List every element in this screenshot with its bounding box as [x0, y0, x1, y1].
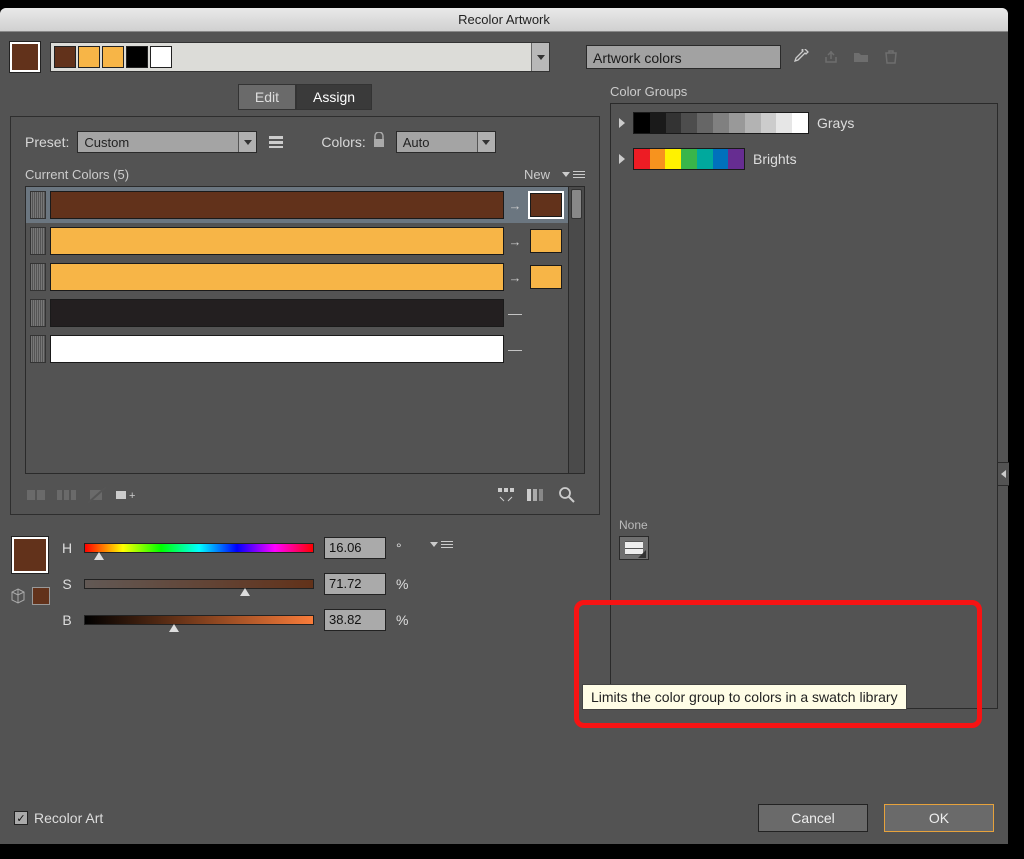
arrow-icon[interactable]: →: [504, 198, 526, 213]
colors-select[interactable]: Auto: [396, 131, 496, 153]
strip-swatch[interactable]: [102, 46, 124, 68]
new-label: New: [524, 167, 550, 182]
sat-slider[interactable]: [84, 579, 314, 589]
color-group-name: Brights: [753, 151, 797, 167]
recolor-art-label: Recolor Art: [34, 810, 103, 826]
slider-menu-icon[interactable]: [430, 541, 453, 645]
color-group-name: Grays: [817, 115, 854, 131]
bri-slider[interactable]: [84, 615, 314, 625]
row-handle[interactable]: [30, 263, 46, 291]
expand-icon[interactable]: [619, 118, 625, 128]
color-row[interactable]: →: [26, 187, 568, 223]
randomize-order-icon[interactable]: [495, 486, 519, 504]
eyedropper-icon[interactable]: [791, 47, 811, 67]
strip-swatch[interactable]: [54, 46, 76, 68]
svg-text:+: +: [129, 490, 135, 502]
color-model-icon[interactable]: [10, 588, 26, 604]
artwork-colors-field[interactable]: Artwork colors: [586, 45, 781, 69]
row-handle[interactable]: [30, 227, 46, 255]
out-of-gamut-swatch[interactable]: [32, 587, 50, 605]
assign-panel: Preset: Custom Colors:: [10, 116, 600, 515]
color-row[interactable]: →: [26, 259, 568, 295]
current-color-strip[interactable]: [50, 42, 550, 72]
active-color-swatch[interactable]: [10, 42, 40, 72]
current-color-bar[interactable]: [50, 227, 504, 255]
hue-label: H: [60, 540, 74, 556]
collapse-groups-tab[interactable]: [997, 462, 1009, 486]
row-handle[interactable]: [30, 191, 46, 219]
strip-swatch[interactable]: [150, 46, 172, 68]
trash-icon: [881, 47, 901, 67]
hue-slider[interactable]: [84, 543, 314, 553]
sat-label: S: [60, 576, 74, 592]
randomize-sat-icon[interactable]: [525, 486, 549, 504]
current-color-bar[interactable]: [50, 335, 504, 363]
strip-swatch[interactable]: [126, 46, 148, 68]
cancel-button[interactable]: Cancel: [758, 804, 868, 832]
hsb-preview-swatch: [12, 537, 48, 573]
preset-options-icon[interactable]: [265, 131, 287, 153]
bri-value[interactable]: 38.82: [324, 609, 386, 631]
no-assign-icon: —: [504, 305, 526, 321]
separate-colors-icon: [55, 486, 79, 504]
color-group-row[interactable]: Grays: [619, 112, 989, 134]
current-color-bar[interactable]: [50, 299, 504, 327]
new-row-icon[interactable]: +: [115, 486, 139, 504]
current-color-bar[interactable]: [50, 263, 504, 291]
arrow-icon[interactable]: →: [504, 270, 526, 285]
expand-icon[interactable]: [619, 154, 625, 164]
ok-button[interactable]: OK: [884, 804, 994, 832]
color-assignment-list: → → → — —: [25, 186, 585, 474]
find-in-artwork-icon[interactable]: [555, 486, 579, 504]
recolor-dialog: Recolor Artwork Artwork colors: [0, 8, 1008, 844]
current-colors-label: Current Colors (5): [25, 167, 129, 182]
tab-assign[interactable]: Assign: [296, 84, 372, 110]
color-row[interactable]: —: [26, 295, 568, 331]
tab-edit[interactable]: Edit: [238, 84, 296, 110]
lock-icon: [372, 132, 388, 152]
sat-value[interactable]: 71.72: [324, 573, 386, 595]
current-color-bar[interactable]: [50, 191, 504, 219]
arrow-icon[interactable]: →: [504, 234, 526, 249]
color-group-row[interactable]: Brights: [619, 148, 989, 170]
window-title: Recolor Artwork: [0, 8, 1008, 32]
new-color-swatch[interactable]: [530, 193, 562, 217]
color-row[interactable]: →: [26, 223, 568, 259]
exclude-color-icon: [85, 486, 109, 504]
color-strip-dropdown[interactable]: [531, 43, 549, 71]
list-scrollbar[interactable]: [568, 187, 584, 473]
folder-icon: [851, 47, 871, 67]
recolor-art-checkbox[interactable]: ✓ Recolor Art: [14, 810, 103, 826]
color-groups-panel: Grays Brights None: [610, 103, 998, 709]
color-row[interactable]: —: [26, 331, 568, 367]
row-handle[interactable]: [30, 299, 46, 327]
swatch-library-button[interactable]: [619, 536, 649, 560]
colors-label: Colors:: [321, 134, 365, 150]
swatch-library-tooltip: Limits the color group to colors in a sw…: [582, 684, 907, 710]
swatch-library-none-label: None: [619, 518, 649, 532]
save-group-icon: [821, 47, 841, 67]
new-color-swatch[interactable]: [530, 229, 562, 253]
color-groups-label: Color Groups: [610, 84, 998, 99]
bri-label: B: [60, 612, 74, 628]
hue-value[interactable]: 16.06: [324, 537, 386, 559]
preset-select[interactable]: Custom: [77, 131, 257, 153]
new-color-swatch[interactable]: [530, 265, 562, 289]
no-assign-icon: —: [504, 341, 526, 357]
list-menu-icon[interactable]: [562, 171, 585, 178]
strip-swatch[interactable]: [78, 46, 100, 68]
preset-label: Preset:: [25, 134, 69, 150]
merge-colors-icon: [25, 486, 49, 504]
row-handle[interactable]: [30, 335, 46, 363]
